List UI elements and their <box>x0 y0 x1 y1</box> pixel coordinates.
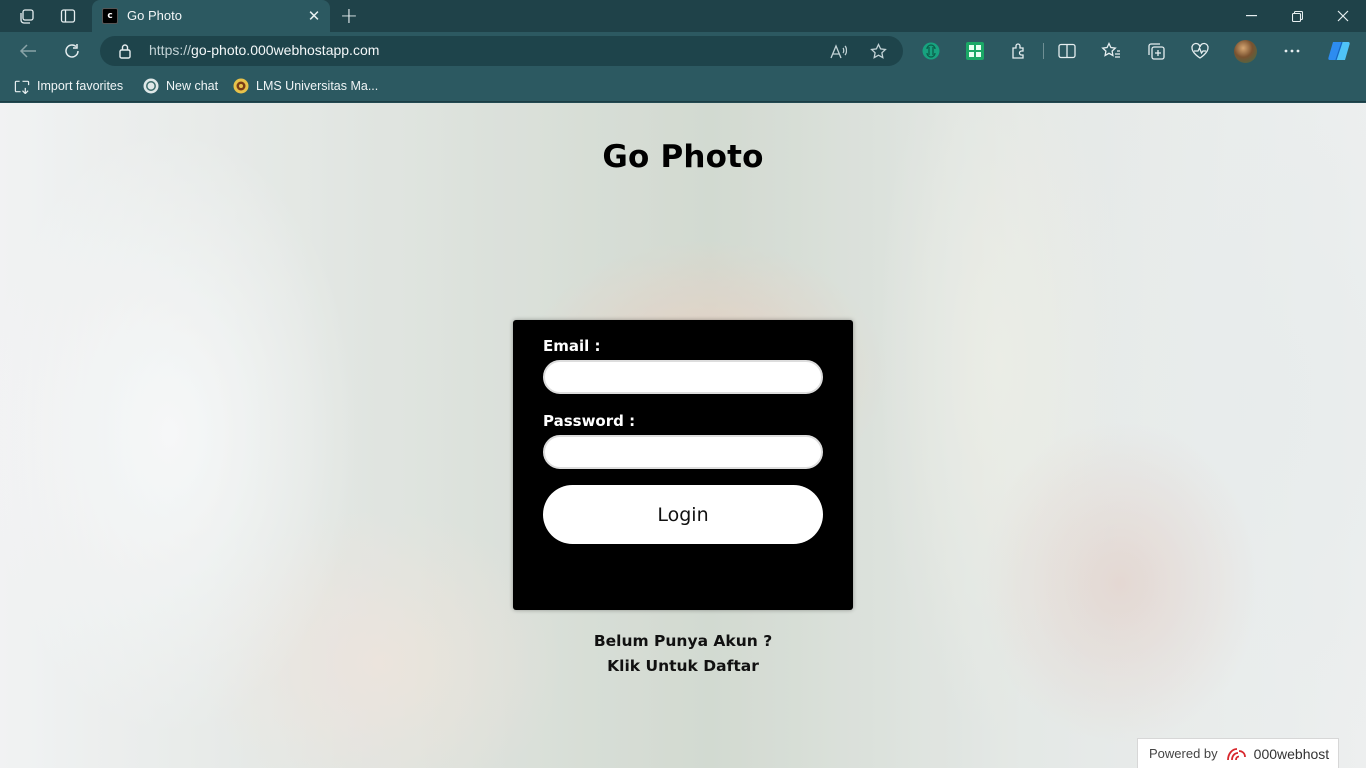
close-tab-icon[interactable]: ✕ <box>302 4 326 28</box>
password-field[interactable] <box>543 435 823 469</box>
back-icon[interactable] <box>13 37 43 65</box>
tab-favicon: c <box>102 8 118 24</box>
collections-icon[interactable] <box>1142 38 1170 64</box>
password-label: Password : <box>543 412 636 430</box>
lock-icon[interactable] <box>118 43 132 63</box>
powered-by-text: Powered by <box>1149 746 1218 761</box>
chat-icon <box>143 78 159 94</box>
minimize-icon[interactable] <box>1228 0 1274 32</box>
browser-essentials-icon[interactable] <box>1186 38 1214 64</box>
favorites-icon[interactable] <box>1097 38 1125 64</box>
new-tab-icon[interactable]: + <box>336 3 362 29</box>
signup-link[interactable]: Klik Untuk Daftar <box>0 657 1366 675</box>
university-icon <box>233 78 249 94</box>
favorite-import[interactable]: Import favorites <box>14 76 123 96</box>
tab-title: Go Photo <box>127 8 182 23</box>
email-field[interactable] <box>543 360 823 394</box>
url-host: go-photo.000webhostapp.com <box>191 42 380 58</box>
tab-go-photo[interactable]: c Go Photo ✕ <box>92 0 330 32</box>
powered-by-badge[interactable]: Powered by 000webhost <box>1137 738 1339 768</box>
login-form: Email : Password : Login <box>513 320 853 610</box>
url-scheme: https:// <box>149 42 192 58</box>
address-bar[interactable]: https://go-photo.000webhostapp.com <box>100 36 903 66</box>
email-label: Email : <box>543 337 601 355</box>
favorite-label: New chat <box>166 79 219 93</box>
workspaces-icon[interactable] <box>12 4 40 28</box>
grammar-extension-icon[interactable] <box>961 38 989 64</box>
chatgpt-extension-icon[interactable] <box>917 38 945 64</box>
favorites-bar: Import favorites New chat LMS Universita… <box>0 70 1366 102</box>
favorite-star-icon[interactable] <box>866 40 890 62</box>
read-aloud-icon[interactable] <box>826 40 850 62</box>
favorite-lms[interactable]: LMS Universitas Ma... <box>233 76 378 96</box>
webhost-logo-icon <box>1225 745 1247 763</box>
profile-avatar[interactable] <box>1234 40 1257 63</box>
restore-icon[interactable] <box>1274 0 1320 32</box>
signup-prompt: Belum Punya Akun ? <box>593 632 773 650</box>
refresh-icon[interactable] <box>57 37 87 65</box>
more-menu-icon[interactable] <box>1278 38 1306 64</box>
page-viewport: Go Photo Email : Password : Login Belum … <box>0 103 1366 768</box>
copilot-icon[interactable] <box>1325 38 1353 64</box>
favorite-new-chat[interactable]: New chat <box>143 76 218 96</box>
page-title: Go Photo <box>602 139 764 175</box>
import-favorites-icon <box>14 78 30 94</box>
login-button[interactable]: Login <box>543 485 823 544</box>
favorite-label: LMS Universitas Ma... <box>256 79 379 93</box>
powered-by-brand: 000webhost <box>1253 745 1330 762</box>
extensions-puzzle-icon[interactable] <box>1005 38 1033 64</box>
toolbar-separator <box>1043 43 1044 59</box>
url-text[interactable]: https://go-photo.000webhostapp.com <box>149 42 379 58</box>
navigation-toolbar: https://go-photo.000webhostapp.com <box>0 32 1366 70</box>
split-screen-icon[interactable] <box>1053 38 1081 64</box>
tab-strip: c Go Photo ✕ + <box>0 0 1366 32</box>
favorite-label: Import favorites <box>37 79 124 93</box>
close-window-icon[interactable] <box>1320 0 1366 32</box>
tab-actions-icon[interactable] <box>54 4 82 28</box>
